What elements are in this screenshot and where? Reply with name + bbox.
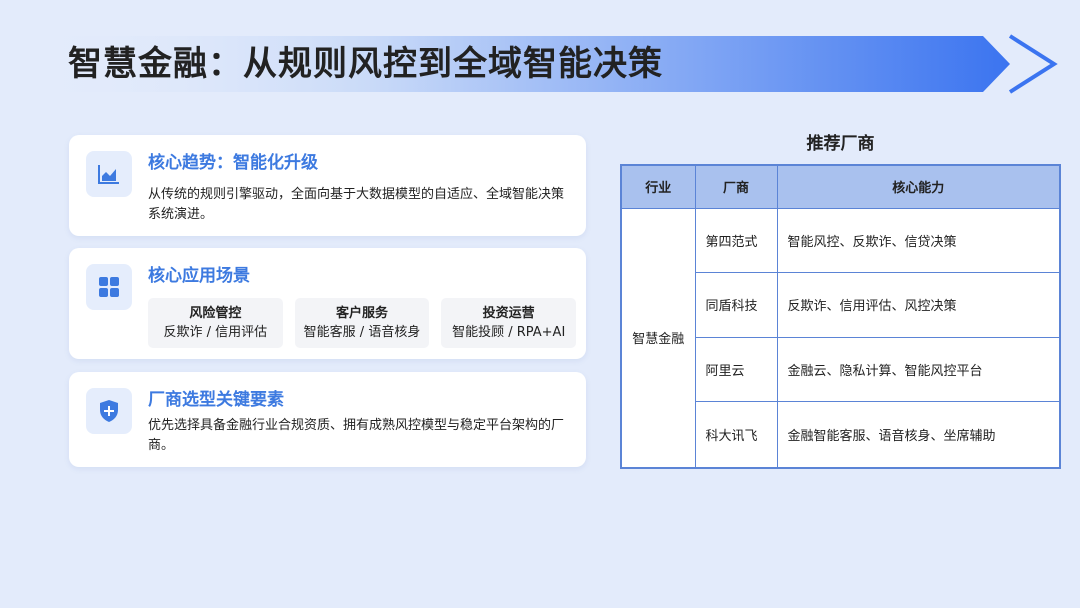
scene-name: 风险管控: [189, 306, 242, 321]
vendor-cell: 同盾科技: [694, 272, 778, 338]
scenes-title: 核心应用场景: [148, 266, 250, 286]
vendor-table: 行业 厂商 核心能力 智慧金融 第四范式 智能风控、反欺诈、信贷决策 同盾科技 …: [620, 164, 1061, 469]
shield-plus-icon: [86, 388, 132, 434]
scene-name: 投资运营: [482, 306, 535, 321]
chart-icon: [86, 151, 132, 197]
selection-card: 厂商选型关键要素 优先选择具备金融行业合规资质、拥有成熟风控模型与稳定平台架构的…: [69, 372, 586, 467]
vendor-cell: 科大讯飞: [694, 401, 778, 469]
selection-title: 厂商选型关键要素: [148, 390, 284, 410]
scene-item-service: 客户服务 智能客服 / 语音核身: [294, 298, 430, 348]
scene-item-risk: 风险管控 反欺诈 / 信用评估: [148, 298, 283, 348]
industry-cell: 智慧金融: [620, 207, 696, 469]
table-row: 智慧金融 第四范式 智能风控、反欺诈、信贷决策: [620, 207, 1061, 469]
header-industry: 行业: [620, 164, 696, 209]
capability-cell: 反欺诈、信用评估、风控决策: [776, 272, 1061, 338]
trend-card: 核心趋势：智能化升级 从传统的规则引擎驱动，全面向基于大数据模型的自适应、全域智…: [69, 135, 586, 236]
scene-desc: 智能投顾 / RPA+AI: [452, 325, 566, 340]
selection-body: 优先选择具备金融行业合规资质、拥有成熟风控模型与稳定平台架构的厂商。: [148, 418, 565, 453]
capability-cell: 金融智能客服、语音核身、坐席辅助: [776, 401, 1061, 469]
page-title: 智慧金融：从规则风控到全域智能决策: [68, 44, 663, 84]
header-capability: 核心能力: [776, 164, 1061, 209]
header-vendor: 厂商: [694, 164, 778, 209]
table-header-row: 行业 厂商 核心能力: [620, 164, 1061, 209]
trend-title: 核心趋势：智能化升级: [148, 153, 318, 173]
capability-cell: 金融云、隐私计算、智能风控平台: [776, 336, 1061, 403]
grid-icon: [86, 264, 132, 310]
vendor-cell: 阿里云: [694, 336, 778, 403]
scene-desc: 智能客服 / 语音核身: [303, 325, 421, 340]
trend-body: 从传统的规则引擎驱动，全面向基于大数据模型的自适应、全域智能决策系统演进。: [148, 187, 565, 222]
scene-name: 客户服务: [336, 306, 389, 321]
scene-desc: 反欺诈 / 信用评估: [163, 325, 268, 340]
vendor-cell: 第四范式: [694, 207, 778, 274]
scenes-card: 核心应用场景 风险管控 反欺诈 / 信用评估 客户服务 智能客服 / 语音核身 …: [69, 248, 586, 359]
capability-cell: 智能风控、反欺诈、信贷决策: [776, 207, 1061, 274]
table-title: 推荐厂商: [806, 134, 875, 154]
scene-list: 风险管控 反欺诈 / 信用评估 客户服务 智能客服 / 语音核身 投资运营 智能…: [148, 298, 577, 348]
scene-item-investment: 投资运营 智能投顾 / RPA+AI: [441, 298, 577, 348]
